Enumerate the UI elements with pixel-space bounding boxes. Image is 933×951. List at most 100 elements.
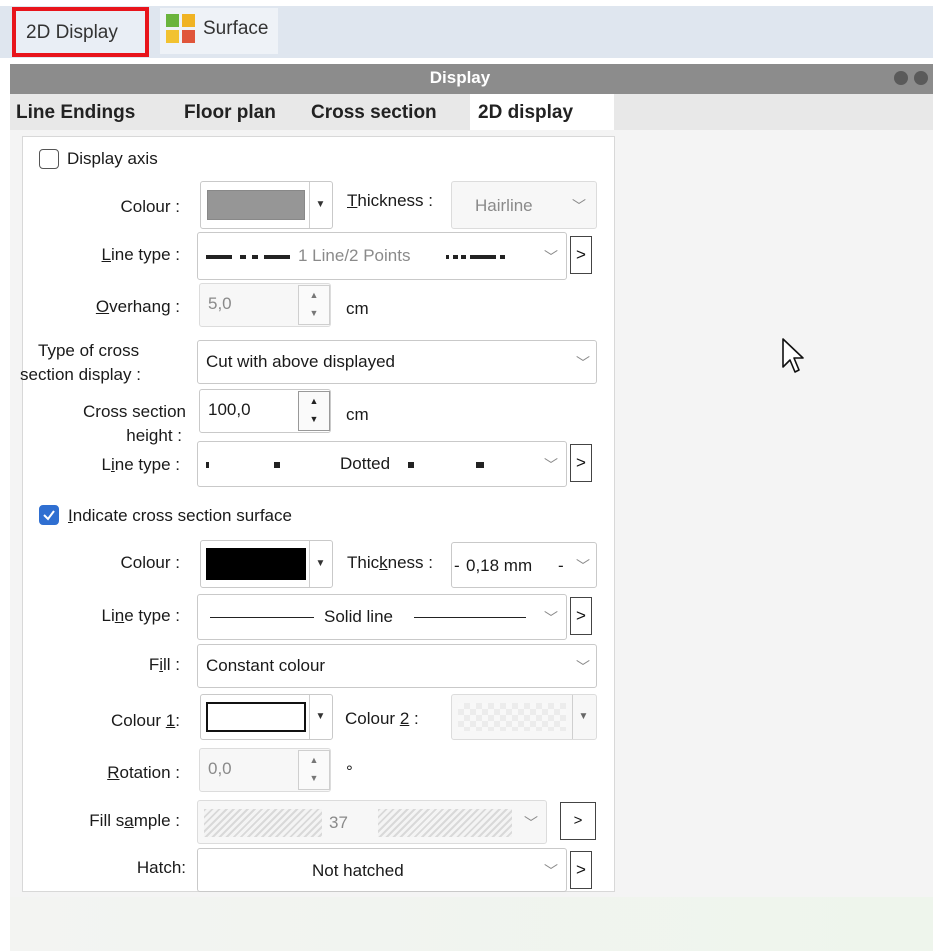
fill-value: Constant colour bbox=[206, 656, 326, 675]
axis-thickness-label: Thickness : bbox=[347, 191, 433, 210]
display-axis-label: Display axis bbox=[67, 149, 158, 168]
rotation-stepper[interactable]: ▲ ▼ bbox=[298, 750, 330, 790]
axis-line-type-value: 1 Line/2 Points bbox=[298, 246, 411, 265]
colour1-label: Colour 1: bbox=[110, 711, 180, 730]
checkmark-icon bbox=[43, 510, 55, 521]
surface-line-type-dropdown[interactable]: Solid line ﹀ bbox=[197, 594, 567, 640]
chevron-down-icon: ﹀ bbox=[544, 457, 558, 473]
fill-sample-label: Fill sample : bbox=[89, 811, 180, 830]
colour2-picker[interactable]: ▼ bbox=[451, 694, 597, 740]
dash-dot-pattern-left bbox=[206, 255, 290, 259]
chevron-down-icon: ﹀ bbox=[544, 863, 558, 879]
dotted-pattern-left bbox=[206, 462, 280, 468]
overhang-value: 5,0 bbox=[208, 294, 232, 313]
fill-label: Fill : bbox=[148, 655, 180, 674]
chevron-down-icon: ﹀ bbox=[544, 249, 558, 265]
cross-height-label-line1: Cross section bbox=[83, 402, 186, 421]
axis-line-type-more-button[interactable]: > bbox=[570, 236, 592, 274]
fill-sample-dropdown[interactable]: 37 ﹀ bbox=[197, 800, 547, 844]
dotted-line-type-value: Dotted bbox=[340, 454, 391, 473]
tab-2d-display[interactable]: 2D Display bbox=[12, 7, 149, 57]
tab-floor-plan[interactable]: Floor plan bbox=[184, 94, 302, 130]
rotation-value: 0,0 bbox=[208, 759, 232, 778]
rotation-unit: ° bbox=[346, 762, 353, 781]
cross-display-dropdown[interactable]: Cut with above displayed ﹀ bbox=[197, 340, 597, 384]
cross-display-label-line2: section display : bbox=[20, 365, 141, 384]
mouse-cursor-icon bbox=[782, 338, 804, 373]
overhang-stepper[interactable]: ▲ ▼ bbox=[298, 285, 330, 325]
dotted-pattern-right bbox=[408, 462, 484, 468]
chevron-down-icon: ﹀ bbox=[544, 610, 558, 626]
panel-header: Display bbox=[10, 64, 933, 94]
surface-colour-picker[interactable]: ▼ bbox=[200, 540, 333, 588]
chevron-down-icon: ▼ bbox=[572, 695, 594, 739]
tab-surface[interactable]: Surface bbox=[160, 8, 278, 54]
solid-line-right bbox=[414, 617, 526, 618]
axis-thickness-dropdown[interactable]: Hairline ﹀ bbox=[451, 181, 597, 229]
cross-display-value: Cut with above displayed bbox=[206, 352, 396, 371]
cross-height-label-line2: height : bbox=[126, 426, 182, 445]
colour1-picker[interactable]: ▼ bbox=[200, 694, 333, 740]
colour2-label: Colour 2 : bbox=[345, 709, 419, 728]
colour2-swatch bbox=[458, 703, 566, 731]
surface-icon bbox=[166, 14, 196, 44]
stepper-up-icon[interactable]: ▲ bbox=[299, 290, 329, 300]
panel-footer bbox=[10, 897, 933, 951]
surface-thickness-value: 0,18 mm bbox=[466, 556, 533, 575]
indicate-surface-checkbox[interactable] bbox=[39, 505, 59, 525]
chevron-down-icon: ﹀ bbox=[576, 355, 590, 371]
hatch-dropdown[interactable]: Not hatched ﹀ bbox=[197, 848, 567, 892]
stepper-down-icon[interactable]: ▼ bbox=[299, 773, 329, 783]
axis-colour-swatch bbox=[207, 190, 305, 220]
fill-sample-pattern-right bbox=[378, 809, 512, 837]
dash-mark-left: - bbox=[454, 556, 460, 575]
indicate-surface-label: Indicate cross section surface bbox=[68, 506, 292, 525]
colour1-swatch bbox=[206, 702, 306, 732]
cross-height-value: 100,0 bbox=[208, 400, 251, 419]
stepper-up-icon[interactable]: ▲ bbox=[299, 755, 329, 765]
tab-2d-display-label: 2D Display bbox=[26, 22, 118, 43]
tab-cross-section[interactable]: Cross section bbox=[311, 94, 467, 130]
panel-tab-row: Line Endings Floor plan Cross section 2D… bbox=[10, 94, 933, 132]
hatch-more-button[interactable]: > bbox=[570, 851, 592, 889]
axis-thickness-value: Hairline bbox=[475, 196, 533, 215]
axis-colour-picker[interactable]: ▼ bbox=[200, 181, 333, 229]
surface-colour-label: Colour : bbox=[120, 553, 180, 572]
rotation-label: Rotation : bbox=[107, 763, 180, 782]
cross-height-unit: cm bbox=[346, 405, 369, 424]
axis-colour-label: Colour : bbox=[120, 197, 180, 216]
stepper-down-icon[interactable]: ▼ bbox=[299, 414, 329, 424]
cross-display-label-line1: Type of cross bbox=[38, 341, 140, 360]
overhang-unit: cm bbox=[346, 299, 369, 318]
chevron-down-icon: ﹀ bbox=[572, 198, 586, 214]
axis-line-type-dropdown[interactable]: 1 Line/2 Points ﹀ bbox=[197, 232, 567, 280]
solid-line-left bbox=[210, 617, 314, 618]
tab-2d-display-panel[interactable]: 2D display bbox=[470, 94, 614, 132]
panel-title: Display bbox=[429, 68, 491, 87]
tab-line-endings[interactable]: Line Endings bbox=[16, 94, 172, 130]
display-axis-checkbox[interactable] bbox=[39, 149, 59, 169]
close-icon[interactable] bbox=[914, 71, 928, 85]
chevron-down-icon: ▼ bbox=[309, 695, 331, 739]
cross-height-stepper[interactable]: ▲ ▼ bbox=[298, 391, 330, 431]
dotted-line-type-dropdown[interactable]: Dotted ﹀ bbox=[197, 441, 567, 487]
surface-line-type-value: Solid line bbox=[324, 607, 393, 626]
stepper-up-icon[interactable]: ▲ bbox=[299, 396, 329, 406]
surface-line-type-more-button[interactable]: > bbox=[570, 597, 592, 635]
fill-sample-pattern-left bbox=[204, 809, 322, 837]
dash-dot-pattern-right bbox=[446, 255, 505, 259]
stepper-down-icon[interactable]: ▼ bbox=[299, 308, 329, 318]
overhang-label: Overhang : bbox=[95, 297, 180, 316]
dotted-line-type-label: Line type : bbox=[101, 455, 180, 474]
tab-surface-label: Surface bbox=[203, 18, 269, 39]
dotted-line-type-more-button[interactable]: > bbox=[570, 444, 592, 482]
surface-thickness-dropdown[interactable]: - 0,18 mm - ﹀ bbox=[451, 542, 597, 588]
chevron-down-icon: ﹀ bbox=[524, 815, 538, 831]
fill-dropdown[interactable]: Constant colour ﹀ bbox=[197, 644, 597, 688]
help-icon[interactable] bbox=[894, 71, 908, 85]
chevron-down-icon: ﹀ bbox=[576, 659, 590, 675]
chevron-down-icon: ▼ bbox=[309, 182, 331, 228]
surface-thickness-label: Thickness : bbox=[347, 553, 433, 572]
axis-line-type-label: Line type : bbox=[101, 245, 180, 264]
fill-sample-more-button[interactable]: > bbox=[560, 802, 596, 840]
